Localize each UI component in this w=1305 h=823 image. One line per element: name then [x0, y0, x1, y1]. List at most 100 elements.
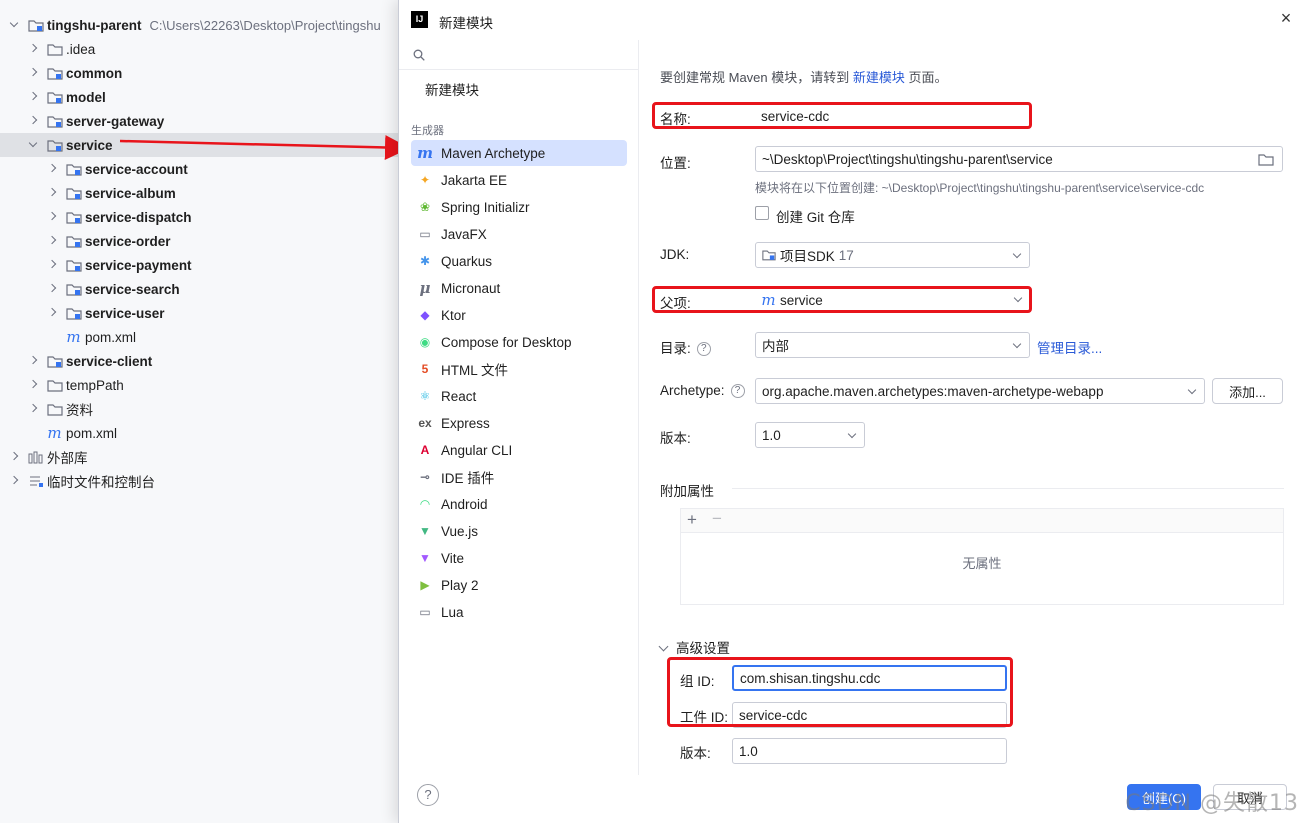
chevron-right-icon[interactable] — [47, 308, 57, 318]
info-text: 要创建常规 Maven 模块，请转到 新建模块 页面。 — [660, 67, 948, 86]
generator-item[interactable]: ✱ Quarkus — [411, 248, 627, 274]
jdk-select[interactable]: 项目SDK 17 — [755, 242, 1030, 268]
chevron-right-icon[interactable] — [28, 44, 38, 54]
tree-item[interactable]: m pom.xml — [0, 325, 445, 349]
parent-select[interactable]: m service — [755, 287, 1030, 313]
tree-item[interactable]: service-user — [0, 301, 445, 325]
generator-item[interactable]: ⊸ IDE 插件 — [411, 464, 627, 490]
generator-item[interactable]: A Angular CLI — [411, 437, 627, 463]
help-icon[interactable]: ? — [730, 384, 745, 399]
tree-item[interactable]: service-dispatch — [0, 205, 445, 229]
tree-item[interactable]: common — [0, 61, 445, 85]
group-id-field[interactable]: com.shisan.tingshu.cdc — [732, 665, 1007, 691]
generator-item[interactable]: ◆ Ktor — [411, 302, 627, 328]
generator-item[interactable]: ⚛ React — [411, 383, 627, 409]
module-folder-icon — [47, 139, 63, 152]
tree-item-label: service-dispatch — [85, 209, 192, 225]
location-value: ~\Desktop\Project\tingshu\tingshu-parent… — [762, 151, 1053, 167]
folder-browse-icon[interactable] — [1258, 153, 1274, 166]
chevron-down-icon[interactable] — [9, 20, 19, 30]
tree-item[interactable]: 资料 — [0, 397, 445, 421]
chevron-right-icon — [47, 332, 57, 342]
tree-item[interactable]: service-payment — [0, 253, 445, 277]
chevron-down-icon — [1013, 293, 1023, 303]
generator-item[interactable]: ❀ Spring Initializr — [411, 194, 627, 220]
generator-item[interactable]: ▼ Vite — [411, 545, 627, 571]
remove-icon[interactable]: − — [712, 509, 722, 529]
generator-label: Quarkus — [441, 253, 493, 269]
chevron-right-icon[interactable] — [47, 188, 57, 198]
generator-item[interactable]: ✦ Jakarta EE — [411, 167, 627, 193]
chevron-right-icon[interactable] — [47, 284, 57, 294]
name-label: 名称: — [660, 112, 691, 127]
generator-item[interactable]: ◠ Android — [411, 491, 627, 517]
archetype-select[interactable]: org.apache.maven.archetypes:maven-archet… — [755, 378, 1205, 404]
micronaut-icon: μ — [419, 279, 431, 297]
generator-item[interactable]: ex Express — [411, 410, 627, 436]
chevron-right-icon[interactable] — [47, 164, 57, 174]
close-icon[interactable]: × — [1278, 9, 1294, 27]
props-toolbar: + − — [681, 509, 1283, 533]
jakarta-icon: ✦ — [419, 173, 431, 187]
tree-root-path: C:\Users\22263\Desktop\Project\tingshu — [149, 17, 381, 33]
archetype-value: org.apache.maven.archetypes:maven-archet… — [762, 383, 1104, 399]
generator-item[interactable]: μ Micronaut — [411, 275, 627, 301]
new-module-link[interactable]: 新建模块 — [853, 70, 905, 85]
generator-item[interactable]: ▶ Play 2 — [411, 572, 627, 598]
add-archetype-button[interactable]: 添加... — [1212, 378, 1283, 404]
tree-item[interactable]: service — [0, 133, 445, 157]
generator-item[interactable]: ◉ Compose for Desktop — [411, 329, 627, 355]
tree-item[interactable]: service-search — [0, 277, 445, 301]
tree-item[interactable]: 临时文件和控制台 — [0, 469, 445, 493]
tree-item[interactable]: tempPath — [0, 373, 445, 397]
chevron-right-icon[interactable] — [28, 380, 38, 390]
generator-label: Express — [441, 415, 490, 431]
chevron-right-icon[interactable] — [28, 116, 38, 126]
tree-item[interactable]: service-client — [0, 349, 445, 373]
tree-item[interactable]: service-album — [0, 181, 445, 205]
tree-item[interactable]: 外部库 — [0, 445, 445, 469]
help-icon[interactable]: ? — [696, 342, 711, 357]
manage-catalogs-link[interactable]: 管理目录... — [1037, 337, 1102, 357]
chevron-right-icon[interactable] — [47, 236, 57, 246]
sdk-folder-icon — [762, 250, 776, 261]
chevron-down-icon[interactable] — [28, 140, 38, 150]
tree-item-label: service-user — [85, 305, 165, 321]
chevron-right-icon[interactable] — [28, 68, 38, 78]
chevron-right-icon[interactable] — [47, 212, 57, 222]
separator — [732, 488, 1284, 489]
tree-item[interactable]: model — [0, 85, 445, 109]
artifact-id-field[interactable]: service-cdc — [732, 702, 1007, 728]
new-module-item[interactable]: 新建模块 — [425, 79, 479, 99]
chevron-right-icon[interactable] — [9, 476, 19, 486]
chevron-right-icon[interactable] — [28, 404, 38, 414]
generator-item[interactable]: 5 HTML 文件 — [411, 356, 627, 382]
generator-item[interactable]: ▼ Vue.js — [411, 518, 627, 544]
advanced-toggle[interactable]: 高级设置 — [658, 637, 730, 657]
chevron-right-icon[interactable] — [28, 92, 38, 102]
generator-item[interactable]: m Maven Archetype — [411, 140, 627, 166]
location-field[interactable]: ~\Desktop\Project\tingshu\tingshu-parent… — [755, 146, 1283, 172]
tree-item[interactable]: service-account — [0, 157, 445, 181]
module-folder-icon — [66, 259, 82, 272]
chevron-right-icon[interactable] — [9, 452, 19, 462]
chevron-right-icon[interactable] — [28, 356, 38, 366]
generator-item[interactable]: ▭ Lua — [411, 599, 627, 625]
git-checkbox[interactable] — [755, 206, 769, 220]
generator-item[interactable]: ▭ JavaFX — [411, 221, 627, 247]
tree-item[interactable]: service-order — [0, 229, 445, 253]
search-input[interactable] — [399, 40, 639, 70]
adv-version-field[interactable]: 1.0 — [732, 738, 1007, 764]
help-icon[interactable]: ? — [417, 784, 439, 806]
add-icon[interactable]: + — [687, 510, 697, 530]
catalog-select[interactable]: 内部 — [755, 332, 1030, 358]
tree-item[interactable]: .idea — [0, 37, 445, 61]
chevron-right-icon[interactable] — [47, 260, 57, 270]
module-form: 要创建常规 Maven 模块，请转到 新建模块 页面。 名称: service-… — [640, 40, 1305, 775]
tree-root[interactable]: tingshu-parent C:\Users\22263\Desktop\Pr… — [0, 13, 445, 37]
name-field[interactable]: service-cdc — [755, 103, 1030, 129]
tree-item[interactable]: server-gateway — [0, 109, 445, 133]
angular-icon: A — [420, 443, 430, 457]
version-select[interactable]: 1.0 — [755, 422, 865, 448]
tree-item[interactable]: m pom.xml — [0, 421, 445, 445]
